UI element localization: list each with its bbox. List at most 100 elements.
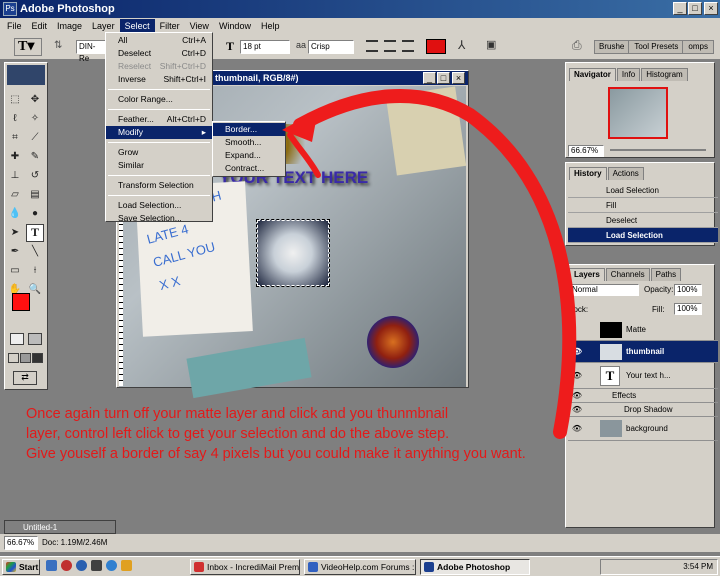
layer-row-thumbnail[interactable]: 👁 thumbnail: [568, 341, 718, 363]
layer-row-text[interactable]: 👁 T Your text h...: [568, 363, 718, 389]
taskbar-item-incredimail[interactable]: Inbox - IncrediMail Premium: [190, 559, 300, 575]
menu-filter[interactable]: Filter: [155, 19, 185, 33]
tab-channels[interactable]: Channels: [605, 268, 650, 281]
quick-launch-icon[interactable]: [106, 560, 117, 571]
marquee-tool-icon[interactable]: ⬚: [6, 91, 24, 109]
layer-effects-row[interactable]: 👁 Effects: [568, 389, 718, 403]
eraser-tool-icon[interactable]: ▱: [6, 186, 24, 204]
orientation-icon[interactable]: ⇅: [54, 40, 68, 54]
quick-launch-icon[interactable]: [121, 560, 132, 571]
taskbar-item-videohelp[interactable]: VideoHelp.com Forums :...: [304, 559, 416, 575]
history-item[interactable]: Deselect: [568, 213, 718, 228]
slice-tool-icon[interactable]: ⟋: [26, 129, 44, 147]
screen-mode-standard-icon[interactable]: [8, 353, 19, 363]
navigator-zoom-field[interactable]: 66.67%: [568, 145, 604, 157]
navigator-zoom-slider[interactable]: [610, 149, 706, 151]
fill-field[interactable]: 100%: [674, 303, 702, 315]
quick-launch-icon[interactable]: [76, 560, 87, 571]
minimized-document[interactable]: Untitled-1: [4, 520, 116, 534]
align-center-icon[interactable]: [384, 40, 396, 52]
eye-icon[interactable]: 👁: [570, 389, 584, 403]
history-item-current[interactable]: Load Selection: [568, 228, 718, 243]
doc-maximize-button[interactable]: □: [437, 72, 450, 84]
type-tool-icon[interactable]: T: [26, 224, 44, 242]
status-zoom-field[interactable]: 66.67%: [4, 536, 38, 550]
submenu-item-border[interactable]: Border...: [213, 123, 285, 136]
adobe-online-icon[interactable]: [7, 65, 45, 85]
jump-to-imageready-icon[interactable]: ⇄: [13, 371, 37, 385]
palettes-icon[interactable]: ▣: [486, 38, 496, 51]
screen-mode-full-menu-icon[interactable]: [20, 353, 31, 363]
warp-text-icon[interactable]: ⅄: [458, 38, 465, 52]
dodge-tool-icon[interactable]: ●: [26, 205, 44, 223]
submenu-item-smooth[interactable]: Smooth...: [213, 136, 285, 149]
menu-help[interactable]: Help: [256, 19, 285, 33]
layer-row-matte[interactable]: Matte: [568, 319, 718, 341]
font-family-field[interactable]: DIN-Re: [76, 40, 106, 63]
lasso-tool-icon[interactable]: ℓ: [6, 110, 24, 128]
tab-layers[interactable]: Layers: [569, 268, 605, 281]
doc-close-button[interactable]: ×: [452, 72, 465, 84]
history-item[interactable]: Load Selection: [568, 183, 718, 198]
navigator-preview[interactable]: [608, 87, 668, 139]
start-button[interactable]: Start: [2, 559, 40, 575]
opacity-field[interactable]: 100%: [674, 284, 702, 296]
path-selection-icon[interactable]: ➤: [6, 224, 24, 242]
line-tool-icon[interactable]: ╲: [26, 243, 44, 261]
quick-launch-icon[interactable]: [46, 560, 57, 571]
palette-well-tab-tool-presets[interactable]: Tool Presets: [630, 41, 684, 53]
menu-image[interactable]: Image: [52, 19, 87, 33]
tab-navigator[interactable]: Navigator: [569, 68, 616, 81]
quick-mask-icon[interactable]: [28, 333, 42, 345]
tab-history[interactable]: History: [569, 167, 607, 180]
pen-tool-icon[interactable]: ✒: [6, 243, 24, 261]
healing-brush-icon[interactable]: ✚: [6, 148, 24, 166]
menu-item-similar[interactable]: Similar: [106, 159, 212, 172]
doc-minimize-button[interactable]: _: [423, 72, 436, 84]
antialias-select[interactable]: Crisp: [308, 40, 354, 54]
text-color-swatch[interactable]: [426, 39, 446, 54]
menu-item-inverse[interactable]: Inverse Shift+Ctrl+I: [106, 73, 212, 86]
quick-launch-icon[interactable]: [61, 560, 72, 571]
notes-tool-icon[interactable]: ▭: [6, 262, 24, 280]
history-brush-icon[interactable]: ↺: [26, 167, 44, 185]
menu-item-all[interactable]: All Ctrl+A: [106, 34, 212, 47]
thumbnail-selection[interactable]: [256, 219, 330, 287]
tab-info[interactable]: Info: [616, 68, 641, 81]
eyedropper-icon[interactable]: ⟊: [26, 262, 44, 280]
tab-paths[interactable]: Paths: [650, 268, 682, 281]
eye-icon[interactable]: 👁: [570, 369, 584, 383]
tab-actions[interactable]: Actions: [607, 167, 644, 180]
menu-item-modify[interactable]: Modify ▸: [106, 126, 212, 139]
crop-tool-icon[interactable]: ⌗: [6, 129, 24, 147]
menu-item-feather[interactable]: Feather... Alt+Ctrl+D: [106, 113, 212, 126]
menu-item-transform-selection[interactable]: Transform Selection: [106, 179, 212, 192]
standard-mode-icon[interactable]: [10, 333, 24, 345]
quick-launch-icon[interactable]: [91, 560, 102, 571]
foreground-color-swatch[interactable]: [12, 293, 30, 311]
menu-item-save-selection[interactable]: Save Selection...: [106, 212, 212, 225]
menu-layer[interactable]: Layer: [87, 19, 120, 33]
blend-mode-select[interactable]: Normal: [569, 284, 639, 296]
menu-item-color-range[interactable]: Color Range...: [106, 93, 212, 106]
minimize-button[interactable]: _: [673, 2, 687, 15]
menu-item-load-selection[interactable]: Load Selection...: [106, 199, 212, 212]
history-item[interactable]: Fill: [568, 198, 718, 213]
eye-icon[interactable]: 👁: [570, 345, 584, 359]
menu-item-deselect[interactable]: Deselect Ctrl+D: [106, 47, 212, 60]
palette-well-tab-comps[interactable]: omps: [684, 41, 712, 53]
move-tool-icon[interactable]: ✥: [26, 91, 44, 109]
menu-select[interactable]: Select: [119, 19, 155, 33]
menu-view[interactable]: View: [185, 19, 214, 33]
menu-file[interactable]: File: [2, 19, 27, 33]
clone-stamp-icon[interactable]: ⊥: [6, 167, 24, 185]
text-tool-preset-icon[interactable]: T▾: [14, 38, 42, 56]
align-right-icon[interactable]: [402, 40, 414, 52]
menu-item-grow[interactable]: Grow: [106, 146, 212, 159]
blur-tool-icon[interactable]: 💧: [6, 205, 24, 223]
palette-well-tab-brushes[interactable]: Brushe: [595, 41, 630, 53]
submenu-item-contract[interactable]: Contract...: [213, 162, 285, 175]
tab-histogram[interactable]: Histogram: [641, 68, 688, 81]
align-left-icon[interactable]: [366, 40, 378, 52]
maximize-button[interactable]: □: [688, 2, 702, 15]
